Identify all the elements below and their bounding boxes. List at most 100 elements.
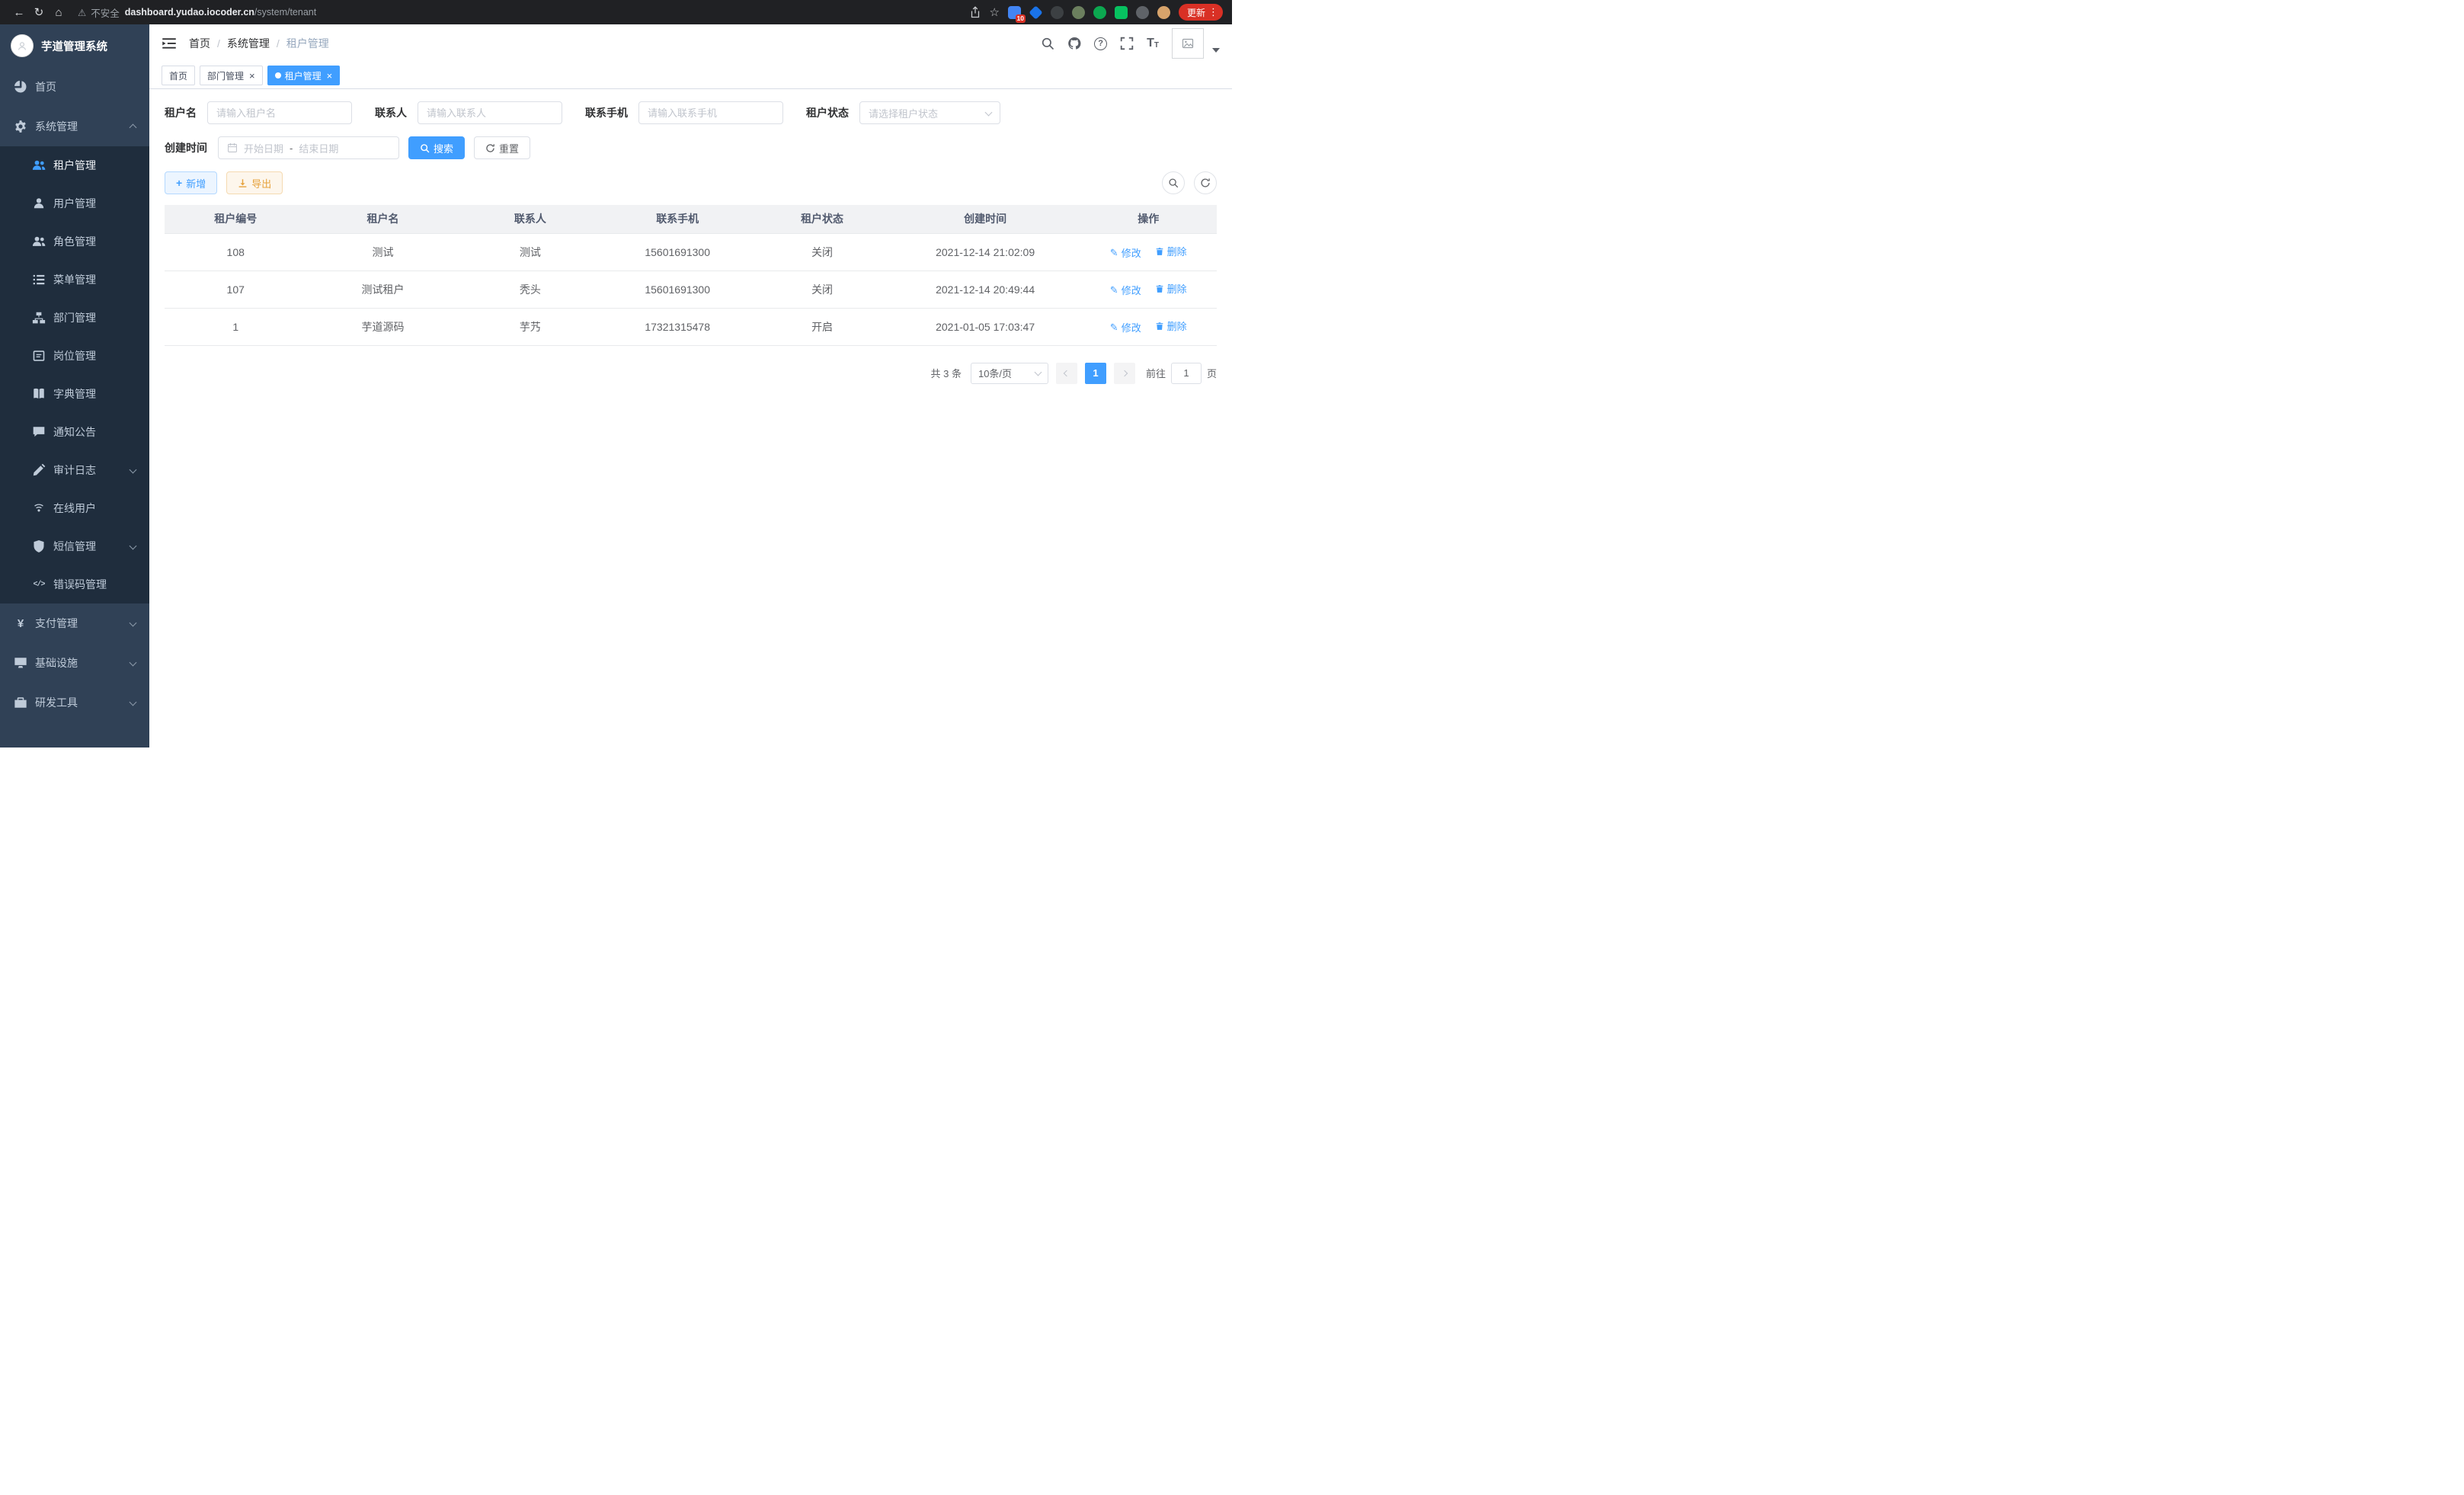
browser-update-button[interactable]: 更新 ⋮ [1179,4,1223,21]
show-search-toggle-button[interactable] [1162,171,1185,194]
sidebar-item-menu[interactable]: 菜单管理 [0,261,149,299]
page-1-button[interactable]: 1 [1085,363,1106,384]
reset-button[interactable]: 重置 [474,136,530,159]
tenant-name-input-wrap [207,101,352,124]
refresh-table-button[interactable] [1194,171,1217,194]
user-avatar[interactable] [1172,28,1204,59]
search-button[interactable]: 搜索 [408,136,465,159]
dashboard-icon [14,80,27,94]
browser-back-icon[interactable]: ← [9,2,29,22]
sidebar-item-error-code[interactable]: </> 错误码管理 [0,565,149,603]
breadcrumb-current: 租户管理 [286,36,329,51]
font-size-icon[interactable]: TT [1147,37,1159,50]
sidebar-item-system[interactable]: 系统管理 [0,107,149,146]
next-page-button[interactable] [1114,363,1135,384]
sidebar-item-home[interactable]: 首页 [0,67,149,107]
trash-icon [1155,322,1164,331]
status-select[interactable]: 请选择租户状态 [859,101,1000,124]
dept-tree-icon [32,311,46,325]
start-date-placeholder: 开始日期 [244,141,283,155]
breadcrumb-home[interactable]: 首页 [189,36,210,51]
create-time-range-picker[interactable]: 开始日期 - 结束日期 [218,136,399,159]
extensions-puzzle-icon[interactable] [1136,6,1149,19]
audit-edit-icon [32,463,46,477]
sidebar-item-devtools[interactable]: 研发工具 [0,683,149,722]
search-icon[interactable] [1041,37,1054,50]
sidebar-item-label: 菜单管理 [53,272,96,287]
search-icon [420,143,430,153]
font-size-big: T [1147,37,1154,50]
sidebar-item-label: 岗位管理 [53,348,96,363]
sidebar-item-online-user[interactable]: 在线用户 [0,489,149,527]
site-security-chip[interactable]: ⚠ 不安全 [78,5,120,20]
sidebar-item-payment[interactable]: ¥ 支付管理 [0,603,149,643]
col-actions: 操作 [1080,205,1217,233]
cell-status: 开启 [754,308,891,345]
address-bar[interactable]: dashboard.yudao.iocoder.cn/system/tenant [125,7,316,18]
sidebar-item-sms[interactable]: 短信管理 [0,527,149,565]
app-title: 芋道管理系统 [41,38,107,54]
sidebar-logo[interactable]: 芋道管理系统 [0,24,149,67]
delete-row-button[interactable]: 删除 [1155,244,1187,258]
system-submenu: 租户管理 用户管理 角色管理 [0,146,149,603]
breadcrumb-separator: / [277,37,280,50]
tags-view: 首页 部门管理 × 租户管理 × [149,62,1232,89]
broken-image-icon [1182,37,1194,50]
delete-label: 删除 [1167,319,1187,333]
extension-icon-5[interactable] [1093,6,1106,19]
breadcrumb-system[interactable]: 系统管理 [227,36,270,51]
col-status: 租户状态 [754,205,891,233]
delete-row-button[interactable]: 删除 [1155,281,1187,296]
tab-tenant[interactable]: 租户管理 × [267,66,341,85]
browser-menu-kebab-icon[interactable]: ⋮ [1208,6,1218,18]
sidebar-item-notice[interactable]: 通知公告 [0,413,149,451]
chevron-up-icon [130,120,136,133]
bookmark-star-icon[interactable]: ☆ [990,5,1000,19]
date-separator: - [290,142,293,154]
page-size-select[interactable]: 10条/页 [971,363,1048,384]
github-icon[interactable] [1067,37,1081,50]
browser-home-icon[interactable]: ⌂ [49,2,69,22]
edit-row-button[interactable]: ✎修改 [1110,245,1141,260]
edit-row-button[interactable]: ✎修改 [1110,283,1141,297]
sidebar-item-tenant[interactable]: 租户管理 [0,146,149,184]
extension-icon-2[interactable] [1029,5,1042,19]
tab-label: 租户管理 [285,69,322,82]
extension-icon-3[interactable] [1051,6,1064,19]
delete-row-button[interactable]: 删除 [1155,319,1187,333]
create-time-label: 创建时间 [165,140,207,155]
sidebar-item-post[interactable]: 岗位管理 [0,337,149,375]
add-button[interactable]: + 新增 [165,171,217,194]
export-button[interactable]: 导出 [226,171,283,194]
share-icon[interactable] [969,6,981,18]
extension-icon-6[interactable] [1115,6,1128,19]
mobile-input[interactable] [648,107,774,119]
help-icon[interactable]: ? [1094,37,1107,50]
sidebar-toggle-icon[interactable] [162,36,177,51]
tab-dept[interactable]: 部门管理 × [200,66,263,85]
sidebar-item-label: 通知公告 [53,424,96,440]
sidebar-item-infra[interactable]: 基础设施 [0,643,149,683]
contact-input[interactable] [427,107,553,119]
col-tenant-id: 租户编号 [165,205,306,233]
sidebar-item-label: 部门管理 [53,310,96,325]
close-icon[interactable]: × [249,71,255,81]
tab-home[interactable]: 首页 [162,66,195,85]
sidebar-item-role[interactable]: 角色管理 [0,222,149,261]
fullscreen-icon[interactable] [1120,37,1134,50]
sidebar-item-audit-log[interactable]: 审计日志 [0,451,149,489]
security-label: 不安全 [91,5,120,20]
close-icon[interactable]: × [327,71,333,81]
goto-page-input[interactable] [1171,363,1202,384]
edit-row-button[interactable]: ✎修改 [1110,320,1141,335]
sidebar-item-dept[interactable]: 部门管理 [0,299,149,337]
prev-page-button[interactable] [1056,363,1077,384]
sidebar-item-dict[interactable]: 字典管理 [0,375,149,413]
sidebar-item-user[interactable]: 用户管理 [0,184,149,222]
browser-refresh-icon[interactable]: ↻ [29,2,49,22]
tenant-name-input[interactable] [216,107,343,119]
extension-icon-4[interactable] [1072,6,1085,19]
browser-profile-avatar[interactable] [1157,6,1170,19]
sidebar-item-label: 审计日志 [53,463,96,478]
extension-icon-1[interactable]: 10 [1008,6,1021,19]
